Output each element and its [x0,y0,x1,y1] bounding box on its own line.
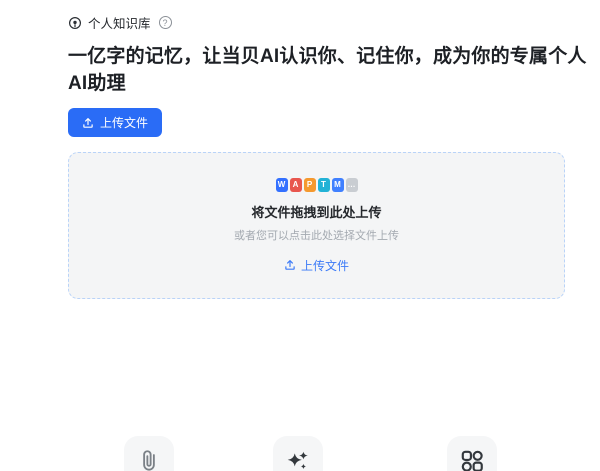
upload-icon [284,259,296,271]
step-upload: 步骤 1: 上传 上传你的文件给AI 助理的知识库 [74,436,223,471]
grid-icon [459,448,485,471]
main-content: 个人知识库 ? 一亿字的记忆，让当贝AI认识你、记住你，成为你的专属个人AI助理… [0,0,600,299]
step-icon-card [124,436,174,471]
paperclip-icon [136,448,162,471]
sparkles-icon [285,448,311,471]
question-circle-icon[interactable]: ? [159,16,172,29]
step-ai-parse: 步骤 2: AI解析 AI助理会拆解、解析你的知识文件 [223,436,372,471]
knowledge-base-icon [68,16,82,30]
steps-section: 步骤 1: 上传 上传你的文件给AI 助理的知识库 步骤 2: AI解析 AI助… [74,436,572,471]
step-icon-card [273,436,323,471]
md-file-icon: M [332,178,344,192]
breadcrumb: 个人知识库 [88,13,151,32]
page-title: 一亿字的记忆，让当贝AI认识你、记住你，成为你的专属个人AI助理 [68,41,600,95]
ppt-file-icon: P [304,178,316,192]
dropzone-title: 将文件拖拽到此处上传 [251,202,381,221]
upload-button-label: 上传文件 [100,114,148,131]
txt-file-icon: T [318,178,330,192]
step-icon-card [447,436,497,471]
file-type-badges: W A P T M … [276,178,358,192]
dropzone-subtitle: 或者您可以点击此处选择文件上传 [234,227,399,243]
section-header: 个人知识库 ? [68,13,600,32]
upload-link-label: 上传文件 [301,257,349,274]
upload-file-button[interactable]: 上传文件 [68,108,162,137]
upload-icon [82,117,94,129]
upload-file-link[interactable]: 上传文件 [284,257,349,274]
word-file-icon: W [276,178,288,192]
step-use: 步骤 3: 使用 通过首页选择知识库或知识库页对AI助理提问 [373,436,572,471]
more-file-icon: … [346,178,358,192]
file-dropzone[interactable]: W A P T M … 将文件拖拽到此处上传 或者您可以点击此处选择文件上传 上… [68,152,565,299]
pdf-file-icon: A [290,178,302,192]
